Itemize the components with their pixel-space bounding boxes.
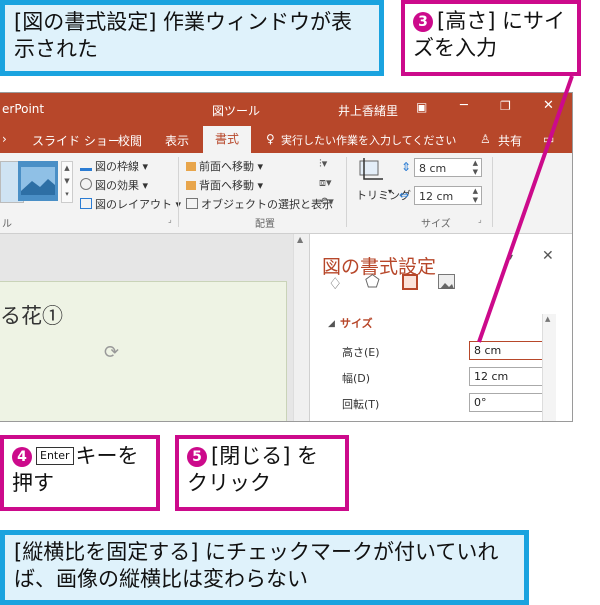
step5-number: 5 <box>187 447 207 467</box>
callout-aspect-ratio-note: [縦横比を固定する] にチェックマークが付いていれば、画像の縦横比は変わらない <box>0 530 529 605</box>
step4-number: 4 <box>12 447 32 467</box>
callout-step4: 4 Enter キーを押す <box>0 435 160 511</box>
callout-step5: 5 [閉じる] をクリック <box>175 435 349 511</box>
step5-text: [閉じる] をクリック <box>187 444 319 495</box>
callout-leader-line <box>477 75 574 343</box>
enter-key-icon: Enter <box>36 447 74 465</box>
aspect-ratio-note-text: [縦横比を固定する] にチェックマークが付いていれば、画像の縦横比は変わらない <box>14 540 499 591</box>
